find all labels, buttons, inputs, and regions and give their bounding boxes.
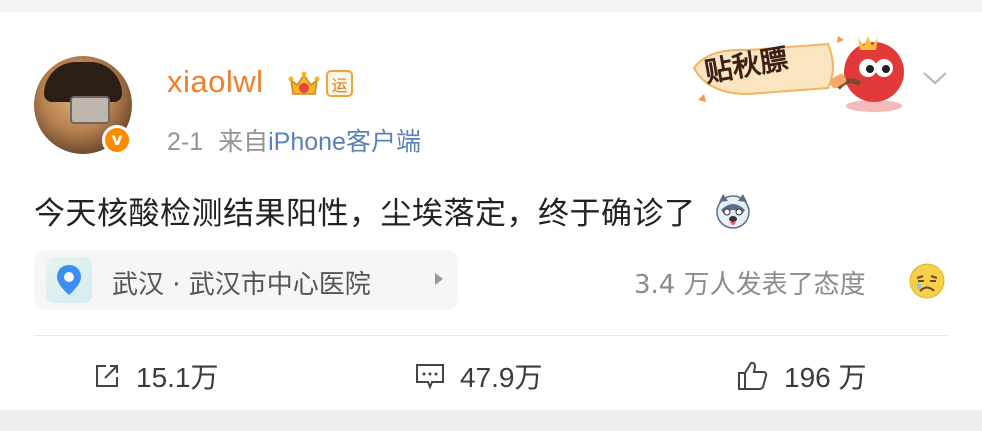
post-text: 今天核酸检测结果阳性，尘埃落定，终于确诊了 bbox=[34, 188, 752, 233]
comment-button[interactable]: 47.9万 bbox=[414, 356, 543, 396]
verified-badge-icon: v bbox=[102, 125, 132, 155]
source-link[interactable]: iPhone客户端 bbox=[268, 128, 421, 156]
husky-emoji-icon bbox=[716, 194, 750, 229]
thumbs-up-icon bbox=[738, 361, 768, 390]
username[interactable]: xiaolwl bbox=[167, 64, 264, 100]
crying-face-emoji-icon[interactable] bbox=[908, 262, 946, 300]
repost-button[interactable]: 15.1万 bbox=[92, 356, 219, 396]
crown-icon[interactable] bbox=[288, 70, 320, 98]
comment-icon bbox=[416, 364, 444, 390]
post-body: 今天核酸检测结果阳性，尘埃落定，终于确诊了 bbox=[34, 196, 696, 232]
like-count: 196 万 bbox=[784, 362, 867, 393]
yun-badge[interactable]: 运 bbox=[326, 70, 353, 97]
repost-count: 15.1万 bbox=[136, 362, 219, 393]
post-meta: 2-1 来自iPhone客户端 bbox=[167, 122, 421, 158]
location-tag[interactable]: 武汉 · 武汉市中心医院 bbox=[34, 250, 458, 310]
location-pin-icon bbox=[46, 257, 92, 303]
caret-right-icon bbox=[435, 273, 443, 285]
weibo-post-card: v xiaolwl 运 2-1 来自iPhone客户端 贴秋膘 今天核酸检测结果… bbox=[0, 12, 982, 410]
source-prefix: 来自 bbox=[218, 128, 269, 156]
bottom-spacer bbox=[0, 410, 982, 431]
chevron-down-icon[interactable] bbox=[920, 68, 950, 88]
post-date: 2-1 bbox=[167, 128, 204, 156]
reaction-summary[interactable]: 3.4 万人发表了态度 bbox=[634, 264, 866, 301]
divider bbox=[34, 335, 948, 336]
location-label: 武汉 · 武汉市中心医院 bbox=[112, 270, 371, 300]
avatar-phone bbox=[70, 96, 110, 124]
like-button[interactable]: 196 万 bbox=[736, 356, 867, 396]
comment-count: 47.9万 bbox=[460, 362, 543, 393]
share-icon bbox=[96, 365, 118, 387]
